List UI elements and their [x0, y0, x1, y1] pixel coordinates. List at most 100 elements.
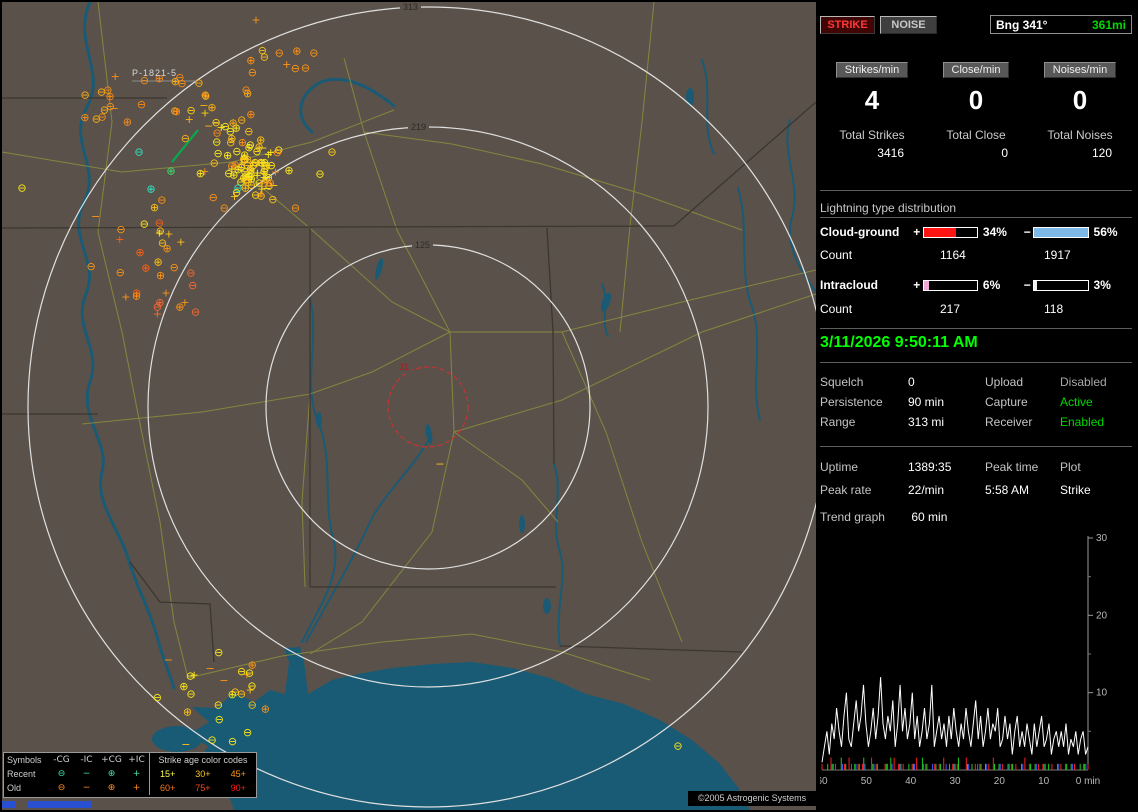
strike-symbol: +	[121, 290, 130, 303]
legend-col-pos-ic: +IC	[128, 755, 145, 765]
rate-values-row: 4 0 0	[820, 86, 1132, 114]
age-code-75: 75+	[195, 783, 211, 793]
persistence-value: 90 min	[908, 395, 945, 409]
strike-symbol: ⊖	[214, 646, 223, 659]
divider	[820, 328, 1132, 329]
intracloud-label: Intracloud	[820, 278, 879, 292]
strike-symbol: ⊖	[248, 698, 257, 711]
strikes-per-min-button[interactable]: Strikes/min	[835, 62, 909, 78]
strike-symbol: ⊕	[172, 105, 181, 118]
strike-symbol: ⊖	[214, 699, 223, 712]
x-tick-label: 0 min	[1076, 776, 1100, 787]
peak-time-value: 5:58 AM	[985, 483, 1030, 497]
strike-symbol: ⊖	[153, 691, 162, 704]
ic-plus-bar-fill	[923, 280, 930, 290]
strike-symbol: +	[161, 287, 170, 300]
cg-plus-bar-fill	[923, 227, 957, 237]
strike-symbol: ⊖	[191, 305, 200, 318]
peak-rate-label: Peak rate	[820, 483, 872, 497]
strike-symbol: ⊖	[291, 201, 300, 214]
y-tick-label: 30	[1096, 533, 1108, 544]
strike-symbol: ⊖	[210, 156, 219, 169]
strike-symbol: +	[252, 169, 261, 182]
close-per-min-button[interactable]: Close/min	[942, 62, 1010, 78]
cg-minus-bar-fill	[1034, 227, 1088, 237]
pos-ic-old-icon: +	[132, 783, 141, 793]
noises-per-min-value: 0	[1072, 85, 1088, 115]
noises-per-min-button[interactable]: Noises/min	[1043, 62, 1117, 78]
total-close-value: 0	[1001, 146, 1008, 160]
ic-plus-count: 217	[940, 302, 961, 316]
strike-symbol: ⊕	[183, 705, 192, 718]
strike-symbol: −	[205, 662, 214, 675]
trend-strike-line	[821, 677, 1089, 763]
neg-cg-recent-icon: ⊖	[57, 769, 66, 779]
trend-graph-header: Trend graph 60 min	[820, 510, 947, 524]
strike-symbol: ⊖	[233, 182, 242, 195]
x-tick-label: 10	[1038, 776, 1050, 787]
strike-symbol: ⊖	[211, 116, 220, 129]
strike-symbol: ⊖	[301, 62, 310, 75]
strike-toggle-button[interactable]: STRIKE	[820, 16, 875, 34]
strike-symbol: ⊖	[86, 260, 95, 273]
strike-symbol: ⊖	[220, 201, 229, 214]
control-panel: STRIKE NOISE Bng 341° 361mi Strikes/min …	[820, 0, 1132, 812]
legend-col-neg-cg: -CG	[53, 755, 70, 765]
total-noises-label: Total Noises	[1047, 128, 1113, 142]
neg-ic-old-icon: −	[82, 783, 91, 793]
total-strikes-label: Total Strikes	[839, 128, 905, 142]
range-value: 313 mi	[908, 415, 945, 429]
cg-plus-count: 1164	[940, 248, 966, 262]
strike-symbol: ⊕	[248, 659, 257, 672]
strike-symbol: −	[435, 458, 444, 471]
legend-age-header: Strike age color codes	[158, 755, 248, 765]
intracloud-row: Intracloud + 6% − 3%	[820, 277, 1132, 293]
bearing-label: Bng 341°	[996, 17, 1048, 32]
minus-sign: −	[1023, 225, 1031, 239]
bearing-display: Bng 341° 361mi	[990, 15, 1132, 34]
strike-symbol: ⊕	[201, 90, 210, 103]
upload-label: Upload	[985, 375, 1024, 389]
lightning-map[interactable]: ⊕ + ⊖ ⊕ ⊖ ⊖ ⊖ ⊕ ⊕ + ⊖ ⊖ ⊖ + ⊖ ⊕ ⊖ + ⊖ ⊕ ⊖ ⊖ − − + ⊖ ⊖ ⊖ ⊖ ⊖ − ⊖ ⊕ + − ⊖ ⊕ ⊖ ⊖ ⊕…	[2, 2, 816, 810]
range-ring-label-219: 219	[408, 122, 430, 132]
strike-symbol: ⊕	[233, 163, 242, 176]
range-ring-label-125: 125	[412, 240, 434, 250]
noise-toggle-button[interactable]: NOISE	[880, 16, 937, 34]
strike-symbol: ⊕	[135, 246, 144, 259]
strike-symbol: ⊖	[100, 104, 109, 117]
bearing-distance: 361mi	[1091, 17, 1126, 32]
receiver-label: Receiver	[985, 415, 1033, 429]
x-tick-label: 50	[861, 776, 873, 787]
strike-symbol: ⊖	[157, 194, 166, 207]
x-tick-label: 60	[820, 776, 828, 787]
range-ring-label-31: 31	[396, 362, 413, 372]
strike-symbol: ⊕	[153, 256, 162, 269]
distribution-title: Lightning type distribution	[820, 201, 957, 215]
strike-symbol: ⊖	[237, 113, 246, 126]
strike-symbol: ⊕	[166, 165, 175, 178]
strike-symbol: −	[91, 210, 100, 223]
age-code-15: 15+	[160, 769, 176, 779]
count-label: Count	[820, 248, 853, 262]
datetime-display: 3/11/2026 9:50:11 AM	[820, 334, 978, 351]
strike-symbol: −	[219, 674, 228, 687]
strike-symbol: ⊕	[123, 115, 132, 128]
strike-symbol: ⊖	[207, 734, 216, 747]
strike-symbol: ⊖	[103, 84, 112, 97]
strike-symbol: ⊖	[273, 146, 282, 159]
x-tick-label: 40	[905, 776, 917, 787]
cg-plus-bar	[922, 226, 978, 238]
strike-symbol: ⊖	[170, 261, 179, 274]
strike-symbol: ⊖	[116, 223, 125, 236]
age-code-30: 30+	[195, 769, 211, 779]
strike-symbol: −	[110, 102, 119, 115]
strike-symbol: ⊖	[291, 62, 300, 75]
strike-symbol: ⊖	[228, 735, 237, 748]
strike-symbol: ⊖	[186, 104, 195, 117]
peak-time-label: Peak time	[985, 460, 1039, 474]
strike-symbol: ⊖	[17, 182, 26, 195]
copyright-label: ©2005 Astrogenic Systems	[688, 791, 816, 806]
strikes-per-min-value: 4	[864, 85, 880, 115]
info-row: Uptime 1389:35 Peak time Plot	[820, 460, 1132, 474]
cg-plus-percent: 34%	[982, 225, 1007, 239]
